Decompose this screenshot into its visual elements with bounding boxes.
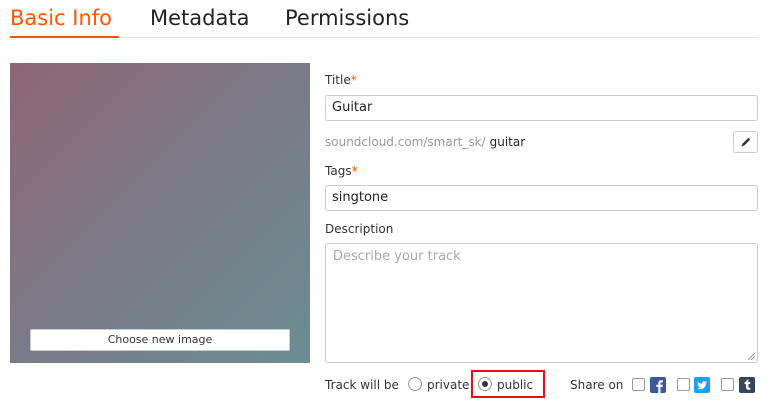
active-tab-indicator: [10, 36, 119, 38]
description-textarea[interactable]: Describe your track: [325, 243, 758, 363]
private-radio[interactable]: [408, 377, 422, 391]
description-label: Description: [325, 222, 394, 236]
title-input[interactable]: Guitar: [325, 95, 758, 121]
share-twitter-checkbox[interactable]: [677, 378, 690, 391]
tab-bar: Basic Info Metadata Permissions: [10, 0, 758, 38]
track-artwork: Choose new image: [10, 63, 310, 363]
permalink-row: soundcloud.com/smart_sk/guitar: [325, 135, 525, 149]
required-marker: *: [350, 73, 357, 87]
tab-metadata[interactable]: Metadata: [150, 5, 249, 31]
choose-new-image-button[interactable]: Choose new image: [30, 329, 290, 351]
tab-permissions[interactable]: Permissions: [285, 5, 409, 31]
title-label: Title*: [325, 73, 357, 87]
pencil-icon: [741, 137, 750, 147]
required-marker: *: [351, 164, 358, 178]
tags-label: Tags*: [325, 164, 358, 178]
tags-input[interactable]: singtone: [325, 185, 758, 211]
visibility-label: Track will be: [325, 378, 399, 392]
edit-permalink-button[interactable]: [733, 131, 758, 153]
description-placeholder: Describe your track: [333, 249, 461, 264]
permalink-slug: guitar: [489, 135, 526, 149]
tab-basic-info[interactable]: Basic Info: [10, 5, 112, 31]
public-option-label[interactable]: public: [497, 378, 533, 392]
share-tumblr-checkbox[interactable]: [721, 378, 734, 391]
facebook-icon: [650, 377, 666, 393]
share-label: Share on: [570, 378, 624, 392]
tumblr-icon: [739, 377, 755, 393]
twitter-icon: [694, 377, 710, 393]
resize-grip-icon[interactable]: [747, 352, 755, 360]
permalink-base: soundcloud.com/smart_sk/: [325, 135, 486, 149]
public-radio[interactable]: [478, 377, 492, 391]
share-facebook-checkbox[interactable]: [632, 378, 645, 391]
private-option-label[interactable]: private: [427, 378, 469, 392]
